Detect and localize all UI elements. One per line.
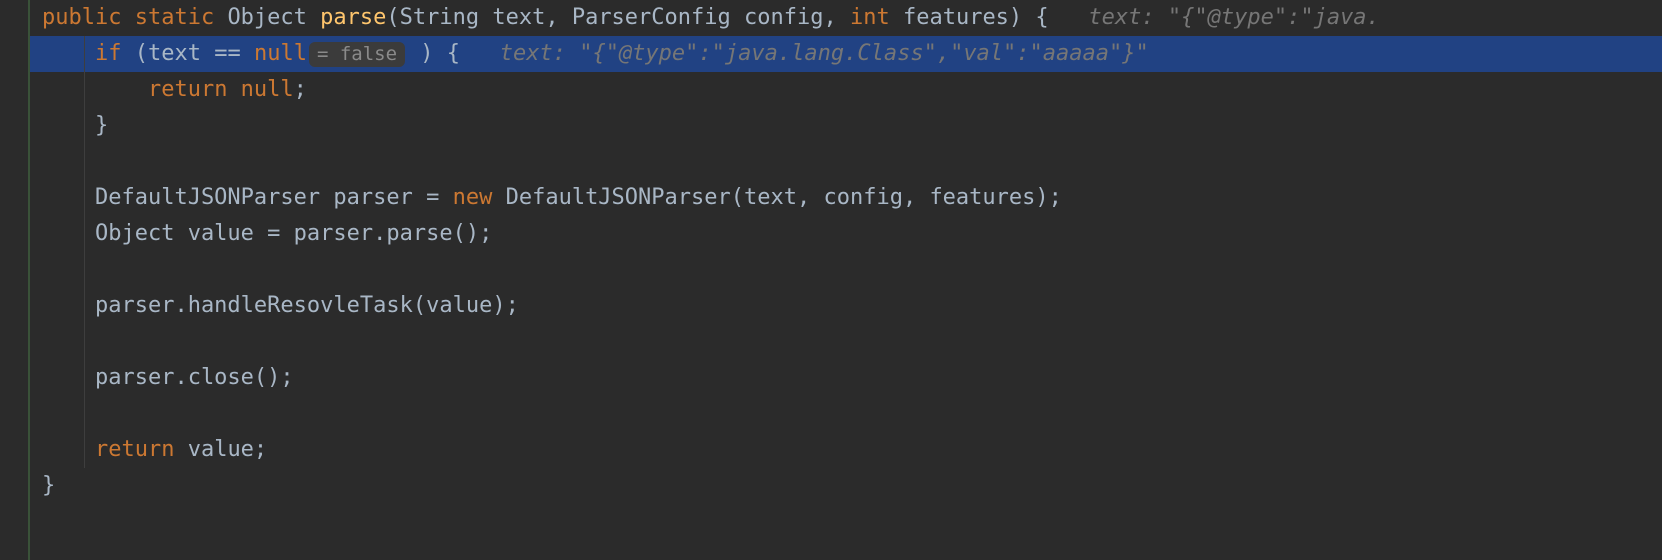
indent-guide <box>84 36 85 72</box>
code-line[interactable]: parser.close(); <box>30 360 1662 396</box>
code-token: null <box>254 41 307 66</box>
indent-guide <box>84 360 85 396</box>
code-token <box>42 437 95 462</box>
code-token: if <box>95 41 135 66</box>
code-line[interactable]: parser.handleResovleTask(value); <box>30 288 1662 324</box>
indent-guide <box>84 216 85 252</box>
code-token: return <box>95 437 188 462</box>
code-token: parser.close(); <box>42 365 294 390</box>
code-token: int <box>850 5 903 30</box>
code-token: DefaultJSONParser(text, config, features… <box>506 185 1062 210</box>
indent-guide <box>84 108 85 144</box>
code-token: static <box>135 5 228 30</box>
code-token: Object <box>227 5 320 30</box>
code-token <box>42 77 148 102</box>
code-line[interactable] <box>30 144 1662 180</box>
code-token: DefaultJSONParser parser = <box>42 185 453 210</box>
code-token: parse <box>320 5 386 30</box>
code-line[interactable]: return value; <box>30 432 1662 468</box>
indent-guide <box>84 288 85 324</box>
code-token: } <box>42 113 108 138</box>
code-line[interactable]: Object value = parser.parse(); <box>30 216 1662 252</box>
code-token: features) { <box>903 5 1088 30</box>
gutter <box>0 0 30 560</box>
indent-guide <box>84 180 85 216</box>
code-token: (text == <box>135 41 254 66</box>
code-line[interactable]: public static Object parse(String text, … <box>30 0 1662 36</box>
indent-guide <box>84 396 85 432</box>
indent-guide <box>84 72 85 108</box>
code-token: ) { <box>407 41 500 66</box>
indent-guide <box>84 324 85 360</box>
parameter-value-hint: text: "{"@type":"java.lang.Class","val":… <box>500 41 1149 66</box>
code-line[interactable] <box>30 396 1662 432</box>
code-token: value; <box>188 437 267 462</box>
code-line[interactable] <box>30 252 1662 288</box>
code-token: return null <box>148 77 294 102</box>
code-line[interactable]: return null; <box>30 72 1662 108</box>
code-line[interactable]: DefaultJSONParser parser = new DefaultJS… <box>30 180 1662 216</box>
indent-guide <box>84 144 85 180</box>
code-token: Object value = parser.parse(); <box>42 221 492 246</box>
indent-guide <box>84 252 85 288</box>
code-line[interactable]: if (text == null= false ) { text: "{"@ty… <box>30 36 1662 72</box>
code-area[interactable]: public static Object parse(String text, … <box>30 0 1662 504</box>
code-line[interactable]: } <box>30 468 1662 504</box>
code-line[interactable]: } <box>30 108 1662 144</box>
code-token: (String text, ParserConfig config, <box>386 5 850 30</box>
code-token: } <box>42 473 55 498</box>
inline-evaluation-hint: = false <box>309 42 405 67</box>
parameter-value-hint: text: "{"@type":"java. <box>1088 5 1379 30</box>
code-token: new <box>453 185 506 210</box>
code-token: public <box>42 5 135 30</box>
code-token: ; <box>294 77 307 102</box>
code-line[interactable] <box>30 324 1662 360</box>
code-token <box>42 41 95 66</box>
code-editor[interactable]: public static Object parse(String text, … <box>0 0 1662 560</box>
code-token: parser.handleResovleTask(value); <box>42 293 519 318</box>
indent-guide <box>84 432 85 468</box>
